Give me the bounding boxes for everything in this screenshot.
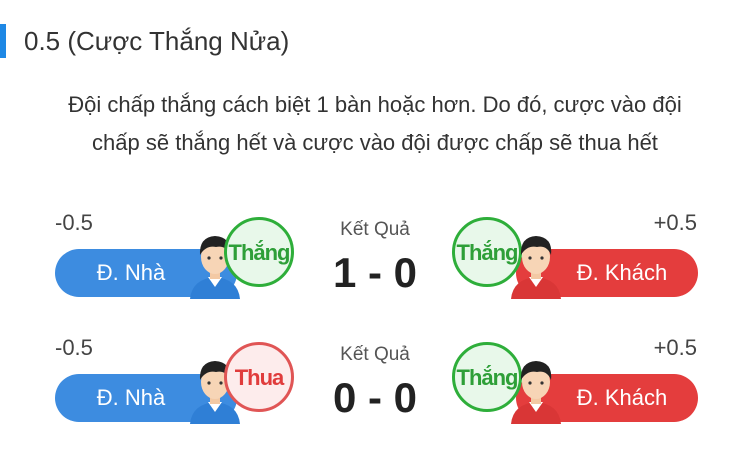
title-accent-bar xyxy=(0,24,6,58)
away-player-icon xyxy=(511,361,561,424)
description: Đội chấp thắng cách biệt 1 bàn hoặc hơn.… xyxy=(0,86,750,162)
home-result-badge: Thắng xyxy=(224,217,294,287)
example-row-1: -0.5 +0.5 Đ. Nhà Đ. Khách Thắng Kết Quả … xyxy=(0,205,750,315)
away-player-icon xyxy=(511,236,561,299)
example-row-2: -0.5 +0.5 Đ. Nhà Đ. Khách Thua Kết Quả 0… xyxy=(0,330,750,440)
home-result-badge: Thua xyxy=(224,342,294,412)
home-odds: -0.5 xyxy=(55,210,93,235)
description-line-2: chấp sẽ thắng hết và cược vào đội được c… xyxy=(92,130,658,155)
result-label: Kết Quả xyxy=(340,344,410,365)
score: 0 - 0 xyxy=(332,374,418,421)
result-label: Kết Quả xyxy=(340,219,410,240)
away-odds: +0.5 xyxy=(653,210,697,235)
section-title: 0.5 (Cược Thắng Nửa) xyxy=(24,26,290,56)
away-odds: +0.5 xyxy=(653,335,697,360)
score: 1 - 0 xyxy=(332,249,418,296)
description-line-1: Đội chấp thắng cách biệt 1 bàn hoặc hơn.… xyxy=(68,92,682,117)
home-odds: -0.5 xyxy=(55,335,93,360)
